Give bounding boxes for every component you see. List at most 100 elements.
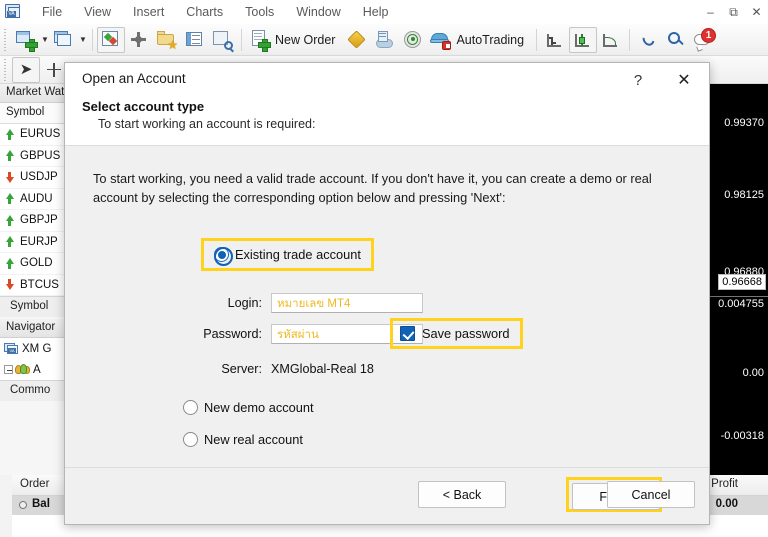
menu-insert[interactable]: Insert [122, 3, 175, 21]
help-button[interactable]: ? [625, 68, 651, 92]
minimize-button[interactable]: – [699, 5, 722, 19]
menu-window[interactable]: Window [285, 3, 351, 21]
price-label: -0.00318 [720, 430, 764, 442]
sidebar-item-accounts[interactable]: A [0, 359, 66, 380]
cancel-button[interactable]: Cancel [607, 481, 695, 508]
close-button[interactable]: ✕ [745, 5, 768, 19]
symbol-label: GBPJP [20, 214, 58, 227]
radio-button-icon[interactable] [183, 400, 198, 415]
toolbar-grip[interactable] [3, 28, 9, 51]
speech-bubble-icon: 1 [694, 27, 717, 52]
list-item[interactable]: GOLD [0, 253, 66, 275]
status-dot-icon [19, 501, 27, 509]
strategy-tester-button[interactable] [209, 27, 237, 53]
autotrading-group[interactable]: AutoTrading [427, 27, 532, 53]
messages-button[interactable]: 1 [690, 27, 718, 53]
new-chart-button[interactable] [12, 27, 40, 53]
navigator-button[interactable]: ★ [153, 27, 181, 53]
bar-chart-icon [545, 30, 565, 50]
dialog-close-button[interactable]: ✕ [669, 68, 699, 92]
autotrading-icon [430, 30, 452, 50]
bar-chart-button[interactable] [541, 27, 569, 53]
left-panel: Market Watch: Symbol EURUS GBPUS USDJP A… [0, 84, 66, 537]
column-order: Order [20, 478, 50, 490]
new-chart-icon [16, 30, 38, 52]
list-item[interactable]: GBPJP [0, 210, 66, 232]
zoom-button[interactable] [662, 27, 690, 53]
radio-label: Existing trade account [235, 247, 361, 262]
menu-charts[interactable]: Charts [175, 3, 234, 21]
current-price-tag: 0.96668 [718, 274, 766, 290]
toolbar-separator-2 [241, 28, 242, 51]
data-window-button[interactable] [125, 27, 153, 53]
metaeditor-button[interactable] [343, 27, 371, 53]
arrow-down-icon [4, 278, 17, 291]
back-button[interactable]: < Back [418, 481, 506, 508]
autotrading-button[interactable] [427, 27, 455, 53]
arrow-up-icon [4, 128, 17, 141]
new-chart-group[interactable]: ▼ [12, 27, 50, 53]
market-watch-button[interactable] [97, 26, 125, 53]
mql5-community-button[interactable] [371, 27, 399, 53]
autotrading-label[interactable]: AutoTrading [455, 33, 532, 47]
line-chart-icon [601, 30, 621, 50]
list-item[interactable]: AUDU [0, 189, 66, 210]
menu-bar: VA File View Insert Charts Tools Window … [0, 0, 768, 24]
toolbar2-grip[interactable] [3, 58, 9, 81]
profiles-group[interactable]: ▼ [50, 27, 88, 53]
crosshair-target-icon [129, 30, 149, 50]
menu-view[interactable]: View [73, 3, 122, 21]
column-profit: Profit [711, 478, 738, 490]
menu-tools[interactable]: Tools [234, 3, 285, 21]
menu-file[interactable]: File [31, 3, 73, 21]
login-input[interactable]: หมายเลข MT4 [271, 293, 423, 313]
restore-button[interactable]: ⧉ [722, 5, 745, 20]
save-password-highlight: Save password [390, 318, 523, 349]
list-item[interactable]: USDJP [0, 167, 66, 189]
radio-existing-trade-account[interactable]: Existing trade account [213, 246, 361, 266]
tab-symbols[interactable]: Symbol [0, 296, 66, 317]
terminal-button[interactable] [181, 27, 209, 53]
magnifier-icon [666, 30, 686, 50]
list-item[interactable]: GBPUS [0, 146, 66, 167]
toolbar-separator [92, 28, 93, 51]
checkbox-icon[interactable] [400, 326, 415, 341]
radio-label: New demo account [204, 400, 314, 415]
list-item[interactable]: EURJP [0, 232, 66, 253]
new-order-label[interactable]: New Order [274, 33, 343, 47]
profiles-button[interactable] [50, 27, 78, 53]
existing-account-highlight: Existing trade account [201, 238, 374, 271]
messages-badge: 1 [701, 27, 717, 43]
price-label: 0.98125 [724, 189, 764, 201]
new-order-button[interactable] [246, 27, 274, 53]
candlestick-chart-button[interactable] [569, 26, 598, 53]
radio-button-icon[interactable] [183, 432, 198, 447]
menu-help[interactable]: Help [352, 3, 400, 21]
collapse-expander-icon[interactable] [4, 365, 13, 374]
new-order-group[interactable]: New Order [246, 27, 343, 53]
crescent-button[interactable] [634, 27, 662, 53]
profiles-dropdown-arrow[interactable]: ▼ [78, 27, 88, 53]
radio-new-demo-account[interactable]: New demo account [183, 400, 314, 415]
dialog-intro-text: To start working, you need a valid trade… [93, 171, 652, 205]
list-item[interactable]: EURUS [0, 124, 66, 146]
crescent-icon [638, 30, 658, 50]
checkbox-save-password[interactable]: Save password [400, 326, 510, 341]
sidebar-item-label: XM G [22, 342, 52, 355]
sidebar-item-terminal[interactable]: VA XM G [0, 338, 66, 359]
tab-common[interactable]: Commo [0, 380, 66, 401]
dialog-heading: Select account type [82, 99, 205, 114]
cursor-tool-button[interactable]: ➤ [12, 56, 40, 83]
price-scale[interactable]: 0.99370 0.98125 0.96880 0.96668 0.004755… [702, 84, 768, 475]
profiles-icon [54, 30, 74, 50]
line-chart-button[interactable] [597, 27, 625, 53]
balance-profit-value: 0.00 [715, 498, 738, 510]
symbol-label: AUDU [20, 192, 53, 205]
radio-new-real-account[interactable]: New real account [183, 432, 303, 447]
new-chart-dropdown-arrow[interactable]: ▼ [40, 27, 50, 53]
list-panel-icon [185, 30, 205, 50]
accounts-group-icon [15, 363, 30, 376]
list-item[interactable]: BTCUS [0, 275, 66, 296]
radio-button-icon[interactable] [213, 246, 233, 266]
signals-button[interactable] [399, 27, 427, 53]
